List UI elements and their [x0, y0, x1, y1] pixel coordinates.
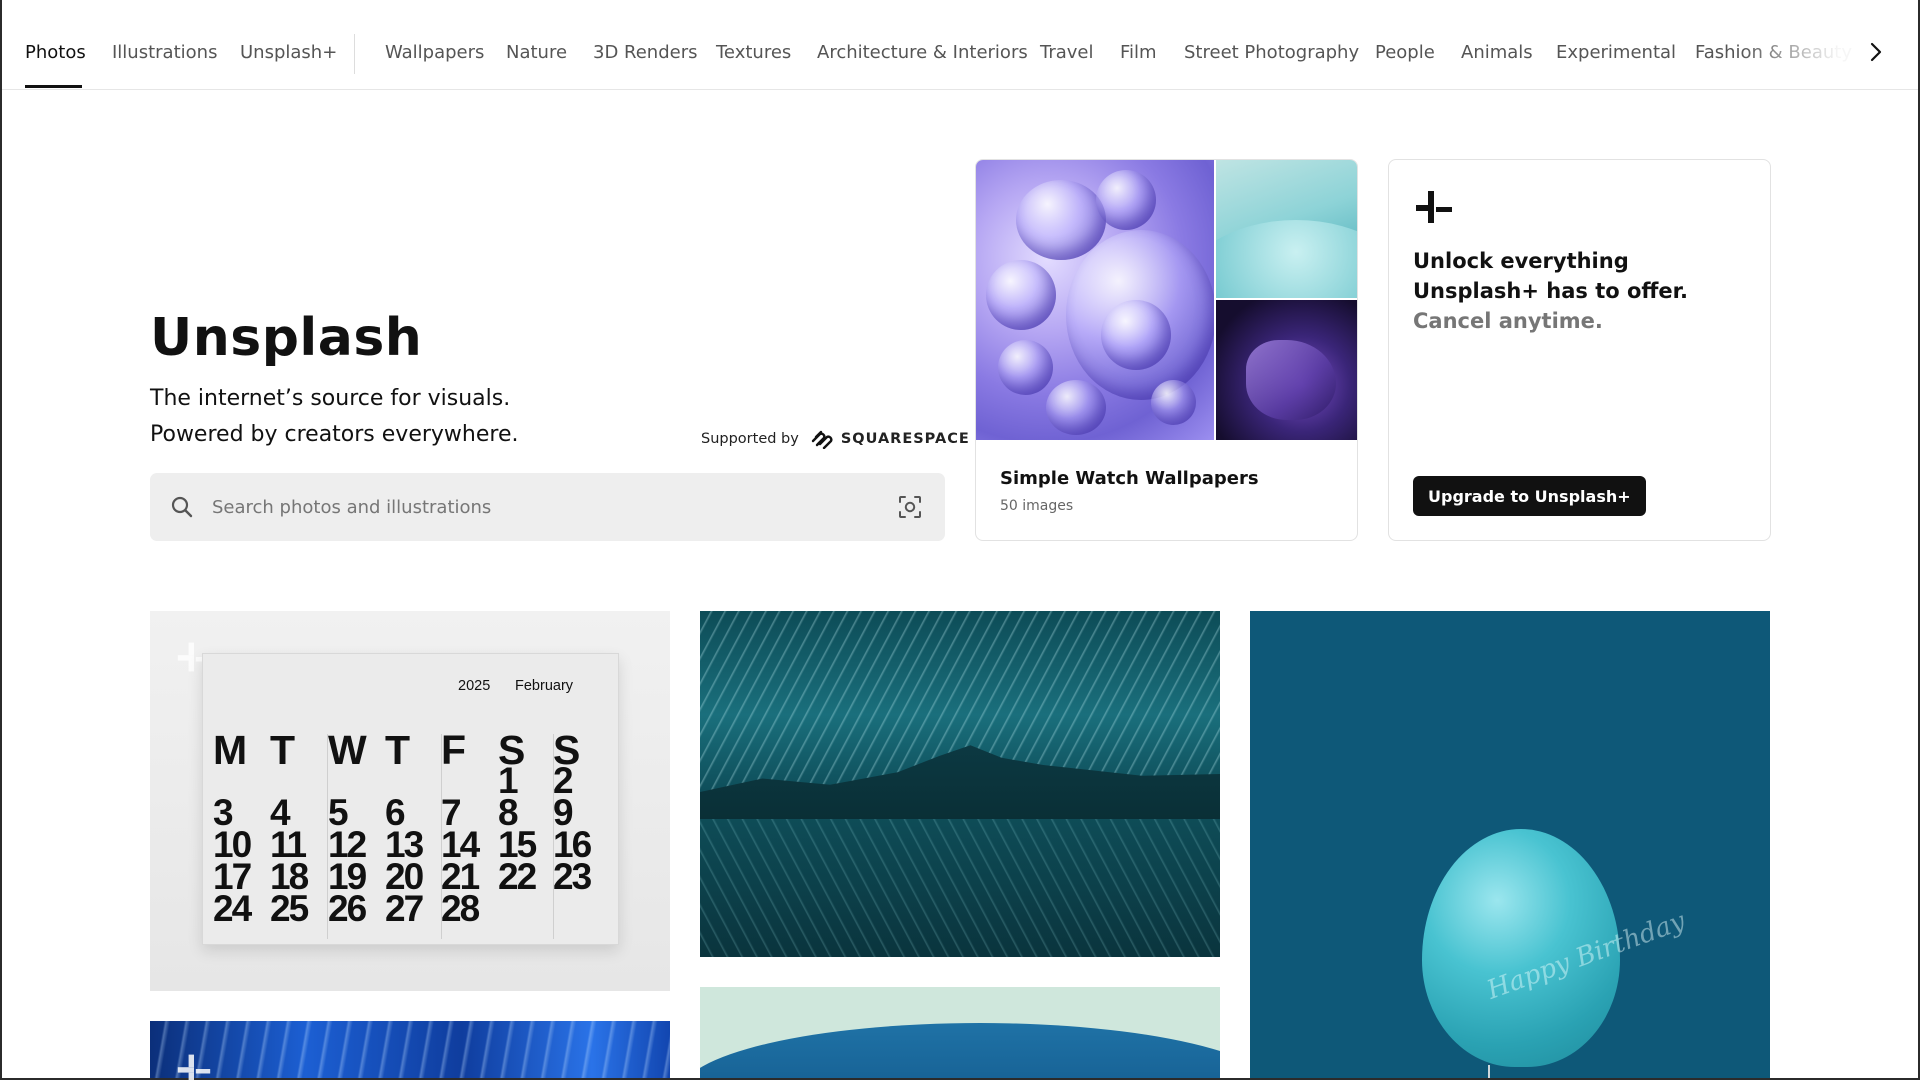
nav-item-film[interactable]: Film: [1120, 42, 1157, 63]
calendar-date: 25: [270, 888, 309, 929]
calendar-date: 24: [213, 888, 252, 929]
page-title: Unsplash: [150, 308, 423, 368]
collection-cover-top: [1216, 160, 1357, 298]
search-icon[interactable]: [170, 495, 194, 519]
calendar-date: 26: [328, 888, 367, 929]
window-edge-left: [0, 0, 2, 1080]
nav-item-nature[interactable]: Nature: [506, 42, 567, 63]
nav-item-people[interactable]: People: [1375, 42, 1435, 63]
collection-cover-bottom: [1216, 300, 1357, 440]
chevron-right-icon: [1870, 42, 1882, 62]
search-bar: [150, 473, 945, 541]
search-input[interactable]: [212, 487, 862, 527]
sponsor-credit[interactable]: Supported by SQUARESPACE: [701, 429, 970, 449]
nav-item-unsplash-plus[interactable]: Unsplash+: [240, 42, 337, 63]
calendar-weekday: T: [385, 727, 411, 773]
calendar-weekday: F: [441, 727, 467, 773]
photo-calendar[interactable]: 2025 February M T W T F S S 1 2 3 4 5 6 7 8 9 10 11 12 13 14…: [150, 611, 670, 991]
nav-item-wallpapers[interactable]: Wallpapers: [385, 42, 484, 63]
photo-blue-wave[interactable]: [700, 987, 1220, 1080]
nav-active-underline: [25, 85, 82, 88]
unsplash-plus-icon: [1416, 191, 1452, 223]
squarespace-icon: [811, 430, 833, 449]
squarespace-logo: SQUARESPACE: [809, 429, 970, 449]
nav-divider: [354, 34, 355, 74]
photo-blue-lines[interactable]: [150, 1021, 670, 1080]
nav-next-button[interactable]: [1862, 38, 1890, 66]
collection-count: 50 images: [1000, 498, 1074, 514]
plus-headline: Unlock everything Unsplash+ has to offer…: [1413, 246, 1713, 336]
calendar-sheet: 2025 February M T W T F S S 1 2 3 4 5 6 7 8 9 10 11 12 13 14…: [202, 653, 619, 945]
nav-item-illustrations[interactable]: Illustrations: [112, 42, 217, 63]
nav-item-street-photography[interactable]: Street Photography: [1184, 42, 1359, 63]
calendar-year: 2025: [458, 678, 491, 694]
photo-star-trails[interactable]: [700, 611, 1220, 957]
calendar-date: 22: [498, 856, 537, 897]
calendar-date: 28: [441, 888, 480, 929]
collection-cover-main: [976, 160, 1214, 440]
unsplash-plus-badge-icon: [177, 1054, 211, 1080]
nav-item-photos[interactable]: Photos: [25, 42, 86, 63]
nav-item-3d-renders[interactable]: 3D Renders: [593, 42, 698, 63]
collection-card[interactable]: Simple Watch Wallpapers 50 images: [975, 159, 1358, 541]
nav-item-travel[interactable]: Travel: [1040, 42, 1094, 63]
nav-item-fashion-beauty[interactable]: Fashion & Beauty: [1695, 42, 1852, 63]
plus-headline-text: Unlock everything Unsplash+ has to offer…: [1413, 249, 1688, 303]
topic-nav: Photos Illustrations Unsplash+ Wallpaper…: [0, 0, 1920, 90]
calendar-weekday: W: [328, 727, 367, 773]
upgrade-button[interactable]: Upgrade to Unsplash+: [1413, 476, 1646, 516]
calendar-weekday: T: [270, 727, 296, 773]
nav-item-textures[interactable]: Textures: [716, 42, 791, 63]
calendar-month: February: [515, 678, 574, 694]
visual-search-icon[interactable]: [896, 493, 924, 521]
squarespace-label: SQUARESPACE: [840, 431, 970, 447]
calendar-date: 27: [385, 888, 424, 929]
calendar-date: 23: [553, 856, 592, 897]
nav-item-architecture-interiors[interactable]: Architecture & Interiors: [817, 42, 1028, 63]
nav-item-experimental[interactable]: Experimental: [1556, 42, 1676, 63]
supported-by-label: Supported by: [701, 431, 799, 447]
calendar-weekday: M: [213, 727, 248, 773]
nav-item-animals[interactable]: Animals: [1461, 42, 1533, 63]
collection-title: Simple Watch Wallpapers: [1000, 468, 1259, 489]
unsplash-plus-card: Unlock everything Unsplash+ has to offer…: [1388, 159, 1771, 541]
lake-reflection: [700, 819, 1220, 957]
hero-tagline-1: The internet’s source for visuals.: [150, 386, 511, 411]
plus-subline: Cancel anytime.: [1413, 309, 1603, 333]
photo-balloon[interactable]: Happy Birthday: [1250, 611, 1770, 1080]
hero-tagline-2: Powered by creators everywhere.: [150, 422, 519, 447]
